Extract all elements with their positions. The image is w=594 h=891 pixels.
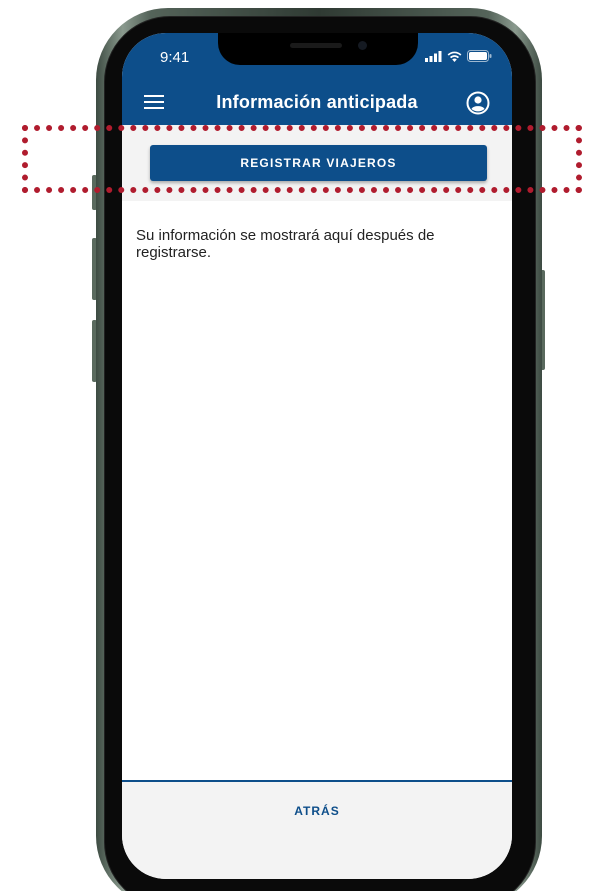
cellular-signal-icon [425, 50, 442, 62]
battery-icon [467, 50, 492, 62]
screenshot-stage: 9:41 Información anticipada REGISTRAR VI… [0, 0, 594, 891]
page-title: Información anticipada [216, 92, 418, 112]
user-profile-icon[interactable] [466, 91, 490, 115]
notch-camera [358, 41, 367, 50]
register-travelers-button[interactable]: REGISTRAR VIAJEROS [150, 145, 487, 181]
notch-speaker [290, 43, 342, 48]
bottom-bar: ATRÁS [122, 780, 512, 879]
app-header: Información anticipada [122, 83, 512, 125]
wifi-icon [447, 51, 462, 62]
phone-notch [218, 33, 418, 65]
register-panel: REGISTRAR VIAJEROS [122, 125, 512, 201]
status-time: 9:41 [160, 49, 190, 66]
phone-screen: 9:41 Información anticipada REGISTRAR VI… [122, 33, 512, 879]
back-button[interactable]: ATRÁS [122, 798, 512, 824]
empty-state-message: Su información se mostrará aquí después … [136, 227, 435, 261]
status-icons [425, 50, 492, 62]
